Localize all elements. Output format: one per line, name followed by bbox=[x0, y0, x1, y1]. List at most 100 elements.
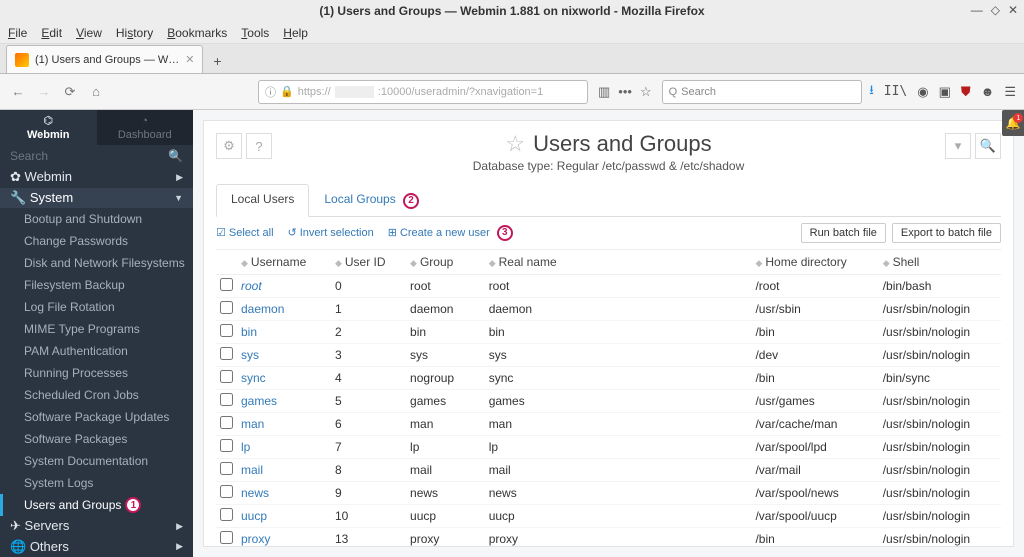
menu-tools[interactable]: Tools bbox=[241, 26, 269, 40]
url-bar[interactable]: ⓘ 🔒 https:// :10000/useradmin/?xnavigati… bbox=[258, 80, 588, 104]
cell-username[interactable]: uucp bbox=[237, 504, 331, 527]
config-button[interactable]: ⚙ bbox=[216, 133, 242, 159]
cell-username[interactable]: man bbox=[237, 412, 331, 435]
row-checkbox[interactable] bbox=[216, 458, 237, 481]
row-checkbox[interactable] bbox=[216, 366, 237, 389]
info-icon[interactable]: ⓘ bbox=[265, 84, 276, 100]
sidebar-item[interactable]: Software Package Updates bbox=[0, 406, 193, 428]
sidebar-section-system[interactable]: 🔧 System ▼ bbox=[0, 188, 193, 208]
sidebar-section-webmin[interactable]: ✿ Webmin ▶ bbox=[0, 167, 193, 187]
sidebar-section-servers[interactable]: ✈ Servers ▶ bbox=[0, 516, 193, 536]
browser-tab[interactable]: (1) Users and Groups — W… ✕ bbox=[6, 45, 203, 73]
sidebar-item[interactable]: Users and Groups1 bbox=[0, 494, 193, 516]
addon-icon[interactable]: ◉ bbox=[917, 84, 928, 100]
invert-selection-button[interactable]: ↺Invert selection bbox=[288, 226, 374, 239]
sidebar-item[interactable]: Change Passwords bbox=[0, 230, 193, 252]
sidebar-item[interactable]: Log File Rotation bbox=[0, 296, 193, 318]
menu-file[interactable]: File bbox=[8, 26, 27, 40]
close-window-icon[interactable]: ✕ bbox=[1008, 3, 1018, 17]
menu-help[interactable]: Help bbox=[283, 26, 308, 40]
tab-local-users[interactable]: Local Users bbox=[216, 184, 309, 217]
search-bar[interactable]: Q Search bbox=[662, 80, 862, 104]
sidebar-tab-dashboard[interactable]: ◔ Dashboard bbox=[97, 110, 194, 145]
sidebar-item[interactable]: System Documentation bbox=[0, 450, 193, 472]
sidebar-section-others[interactable]: 🌐 Others ▶ bbox=[0, 537, 193, 557]
back-button[interactable]: ← bbox=[8, 84, 28, 99]
cell-userid: 10 bbox=[331, 504, 406, 527]
cell-username[interactable]: mail bbox=[237, 458, 331, 481]
row-checkbox[interactable] bbox=[216, 412, 237, 435]
row-checkbox[interactable] bbox=[216, 481, 237, 504]
sidebar-item[interactable]: Filesystem Backup bbox=[0, 274, 193, 296]
reader-mode-icon[interactable]: ▥ bbox=[598, 84, 610, 100]
notification-tab[interactable]: 🔔 1 bbox=[1002, 110, 1024, 136]
sidebar-item[interactable]: System Logs bbox=[0, 472, 193, 494]
tab-close-icon[interactable]: ✕ bbox=[185, 53, 194, 66]
cell-username[interactable]: proxy bbox=[237, 527, 331, 547]
col-username[interactable]: ◆Username bbox=[237, 249, 331, 274]
sidebar-icon[interactable]: ▣ bbox=[939, 84, 951, 100]
page-actions-icon[interactable]: ••• bbox=[618, 84, 632, 100]
downloads-icon[interactable]: ⭳ bbox=[869, 81, 874, 103]
col-shell[interactable]: ◆Shell bbox=[879, 249, 1001, 274]
favorite-star-icon[interactable]: ☆ bbox=[505, 131, 525, 157]
cell-username[interactable]: sync bbox=[237, 366, 331, 389]
sidebar-item[interactable]: PAM Authentication bbox=[0, 340, 193, 362]
sidebar-item[interactable]: Scheduled Cron Jobs bbox=[0, 384, 193, 406]
cell-username[interactable]: lp bbox=[237, 435, 331, 458]
col-realname[interactable]: ◆Real name bbox=[485, 249, 752, 274]
row-checkbox[interactable] bbox=[216, 389, 237, 412]
reload-button[interactable]: ⟳ bbox=[60, 84, 80, 100]
cell-username[interactable]: bin bbox=[237, 320, 331, 343]
filter-button[interactable]: ▾ bbox=[945, 133, 971, 159]
sidebar-item[interactable]: Bootup and Shutdown bbox=[0, 208, 193, 230]
menu-history[interactable]: History bbox=[116, 26, 153, 40]
greasemonkey-icon[interactable]: ☻ bbox=[981, 84, 995, 99]
col-userid[interactable]: ◆User ID bbox=[331, 249, 406, 274]
library-icon[interactable]: II\ bbox=[884, 84, 907, 99]
cell-username[interactable]: daemon bbox=[237, 297, 331, 320]
help-button[interactable]: ? bbox=[246, 133, 272, 159]
row-checkbox[interactable] bbox=[216, 320, 237, 343]
menu-view[interactable]: View bbox=[76, 26, 102, 40]
sidebar-item[interactable]: Disk and Network Filesystems bbox=[0, 252, 193, 274]
cell-username[interactable]: sys bbox=[237, 343, 331, 366]
menu-edit[interactable]: Edit bbox=[41, 26, 62, 40]
sidebar-item[interactable]: Software Packages bbox=[0, 428, 193, 450]
row-checkbox[interactable] bbox=[216, 274, 237, 297]
panel: ⚙ ? ▾ 🔍 ☆ Users and Groups Database type… bbox=[203, 120, 1014, 547]
table-row: games5gamesgames/usr/games/usr/sbin/nolo… bbox=[216, 389, 1001, 412]
create-user-button[interactable]: ⊞Create a new user3 bbox=[388, 225, 513, 241]
cell-shell: /usr/sbin/nologin bbox=[879, 389, 1001, 412]
home-button[interactable]: ⌂ bbox=[86, 84, 106, 99]
hamburger-menu-icon[interactable]: ☰ bbox=[1004, 84, 1016, 100]
row-checkbox[interactable] bbox=[216, 343, 237, 366]
row-checkbox[interactable] bbox=[216, 297, 237, 320]
col-group[interactable]: ◆Group bbox=[406, 249, 485, 274]
sidebar-item[interactable]: MIME Type Programs bbox=[0, 318, 193, 340]
menu-bookmarks[interactable]: Bookmarks bbox=[167, 26, 227, 40]
bookmark-star-icon[interactable]: ☆ bbox=[640, 84, 652, 100]
cell-username[interactable]: news bbox=[237, 481, 331, 504]
row-checkbox[interactable] bbox=[216, 504, 237, 527]
select-all-button[interactable]: ☑Select all bbox=[216, 226, 274, 239]
row-checkbox[interactable] bbox=[216, 435, 237, 458]
search-button[interactable]: 🔍 bbox=[975, 133, 1001, 159]
sidebar-search[interactable]: Search 🔍 bbox=[0, 145, 193, 167]
new-tab-button[interactable]: + bbox=[203, 49, 231, 73]
wrench-icon: 🔧 bbox=[10, 190, 26, 205]
forward-button[interactable]: → bbox=[34, 84, 54, 99]
row-checkbox[interactable] bbox=[216, 527, 237, 547]
cell-username[interactable]: games bbox=[237, 389, 331, 412]
maximize-icon[interactable]: ◇ bbox=[991, 3, 1000, 17]
cell-group: mail bbox=[406, 458, 485, 481]
sidebar-tab-webmin[interactable]: ⌬ Webmin bbox=[0, 110, 97, 145]
minimize-icon[interactable]: — bbox=[971, 3, 983, 17]
sidebar-item[interactable]: Running Processes bbox=[0, 362, 193, 384]
ublock-icon[interactable]: ⛊ bbox=[961, 84, 971, 100]
cell-username[interactable]: root bbox=[237, 274, 331, 297]
export-batch-button[interactable]: Export to batch file bbox=[892, 223, 1001, 243]
run-batch-button[interactable]: Run batch file bbox=[801, 223, 886, 243]
col-homedir[interactable]: ◆Home directory bbox=[751, 249, 878, 274]
tab-local-groups[interactable]: Local Groups 2 bbox=[309, 184, 434, 217]
